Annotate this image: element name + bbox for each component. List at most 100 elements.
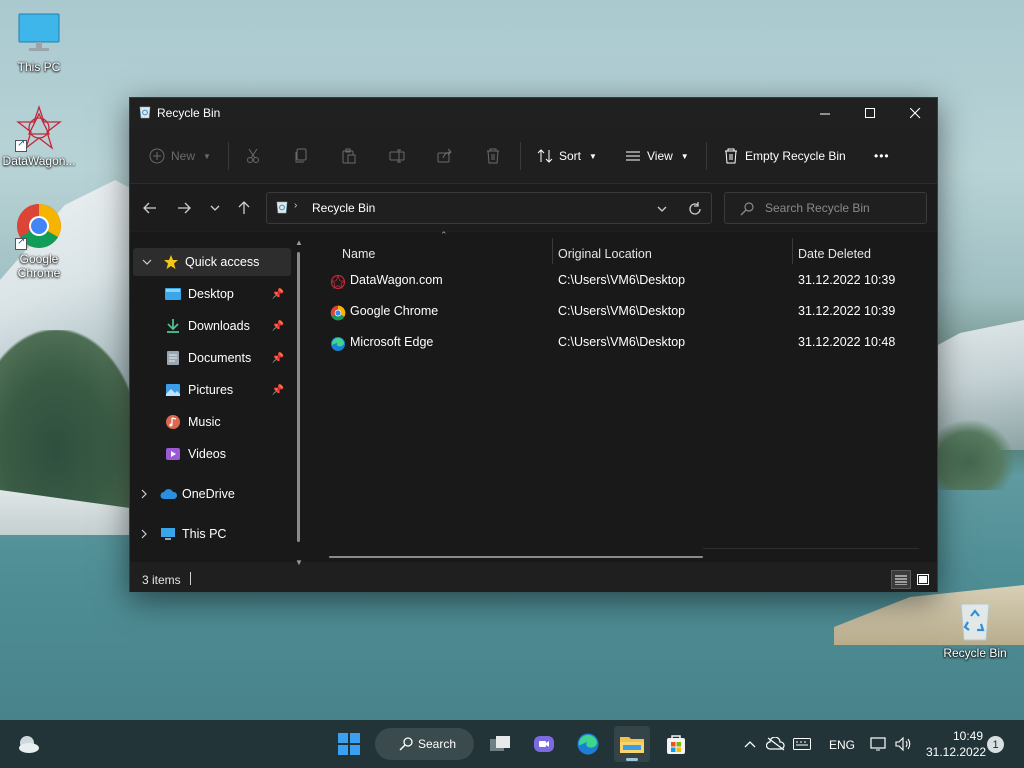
desktop-icon-recycle-bin[interactable]: Recycle Bin	[935, 596, 1015, 660]
share-icon	[437, 148, 452, 163]
sidebar-item-music[interactable]: Music	[130, 408, 294, 436]
view-button[interactable]: View ▼	[625, 144, 689, 168]
pin-icon[interactable]: 📌	[272, 385, 284, 396]
taskbar: Search ENG 10:49 31.12.2022 1	[0, 720, 1024, 768]
desktop-folder-icon	[165, 288, 181, 300]
column-divider[interactable]	[792, 238, 793, 264]
chevron-down-icon[interactable]	[656, 203, 668, 215]
refresh-icon[interactable]	[688, 202, 702, 216]
toolbar-divider	[706, 142, 707, 170]
sidebar-item-pictures[interactable]: Pictures 📌	[130, 376, 294, 404]
network-status-button[interactable]	[865, 726, 893, 762]
speaker-icon	[895, 736, 911, 752]
desktop-icon-label-line1: Google	[19, 252, 59, 266]
table-row[interactable]: Google Chrome C:\Users\VM6\Desktop 31.12…	[326, 298, 926, 326]
sort-button[interactable]: Sort ▼	[537, 144, 597, 168]
folder-icon	[620, 737, 644, 753]
content-area: Quick access Desktop 📌 Downloads 📌 Docum…	[130, 230, 937, 567]
column-header-name[interactable]: Name	[342, 242, 375, 266]
pin-icon[interactable]: 📌	[272, 353, 284, 364]
volume-button[interactable]	[890, 726, 918, 762]
star-icon	[164, 255, 178, 269]
sidebar-item-onedrive[interactable]: OneDrive	[130, 480, 294, 508]
cut-button[interactable]	[245, 144, 261, 168]
search-box[interactable]: Search Recycle Bin	[724, 192, 927, 224]
more-options-button[interactable]: •••	[874, 144, 890, 168]
trash-icon	[487, 148, 499, 164]
copy-button[interactable]	[293, 144, 309, 168]
sidebar-item-documents[interactable]: Documents 📌	[130, 344, 294, 372]
file-explorer-taskbar-button[interactable]	[614, 726, 650, 762]
rename-button[interactable]	[389, 144, 405, 168]
item-count: 3 items	[142, 573, 181, 587]
weather-widget-button[interactable]	[10, 726, 46, 762]
tiles-view-button[interactable]	[913, 570, 933, 589]
address-bar[interactable]: › Recycle Bin	[266, 192, 712, 224]
details-view-button[interactable]	[891, 570, 911, 589]
new-button[interactable]: New ▼	[149, 144, 211, 168]
breadcrumb-recycle-bin[interactable]: Recycle Bin	[312, 201, 375, 215]
close-icon	[909, 107, 920, 118]
sidebar-item-this-pc[interactable]: This PC	[130, 520, 294, 548]
input-language-indicator[interactable]: ENG	[829, 738, 855, 752]
cloud-offline-icon	[766, 737, 785, 751]
title-bar[interactable]: Recycle Bin	[130, 98, 937, 128]
sidebar-item-label: Music	[188, 415, 221, 429]
desktop-icon-google-chrome[interactable]: Google Chrome	[0, 202, 79, 280]
pin-icon[interactable]: 📌	[272, 289, 284, 300]
desktop-icon-datawagon[interactable]: DataWagon...	[0, 104, 79, 168]
chevron-down-icon[interactable]	[142, 257, 152, 267]
forward-button[interactable]	[174, 198, 194, 218]
close-button[interactable]	[892, 98, 938, 128]
sidebar-item-label: Pictures	[188, 383, 234, 397]
sidebar-item-videos[interactable]: Videos	[130, 440, 294, 468]
scroll-down-arrow-icon[interactable]: ▼	[295, 558, 303, 567]
chevron-right-icon[interactable]	[139, 489, 149, 499]
task-view-button[interactable]	[482, 726, 518, 762]
horizontal-scrollbar[interactable]	[329, 556, 703, 558]
start-button[interactable]	[331, 726, 367, 762]
chevron-down-icon: ▼	[589, 151, 597, 161]
scrollbar-thumb[interactable]	[297, 252, 300, 542]
paste-button[interactable]	[341, 144, 357, 168]
share-button[interactable]	[437, 144, 453, 168]
recycle-bin-icon	[276, 201, 288, 214]
column-header-date-deleted[interactable]: Date Deleted	[798, 242, 871, 266]
empty-recycle-bin-button[interactable]: Empty Recycle Bin	[723, 144, 846, 168]
sidebar-item-desktop[interactable]: Desktop 📌	[130, 280, 294, 308]
up-button[interactable]	[234, 198, 254, 218]
column-divider[interactable]	[552, 238, 553, 264]
desktop-icon-label: This PC	[17, 60, 61, 74]
show-hidden-icons-button[interactable]	[736, 726, 764, 762]
teams-chat-button[interactable]	[526, 726, 562, 762]
recycle-bin-icon	[139, 106, 151, 119]
sidebar-item-quick-access[interactable]: Quick access	[133, 248, 291, 276]
cloud-icon	[160, 489, 178, 499]
onedrive-status-button[interactable]	[762, 726, 790, 762]
notification-badge[interactable]: 1	[987, 736, 1004, 753]
touch-keyboard-button[interactable]	[788, 726, 816, 762]
store-taskbar-button[interactable]	[658, 726, 694, 762]
minimize-button[interactable]	[802, 98, 848, 128]
desktop-icon-this-pc[interactable]: This PC	[0, 10, 79, 74]
delete-button[interactable]	[485, 144, 501, 168]
maximize-button[interactable]	[847, 98, 893, 128]
table-row[interactable]: Microsoft Edge C:\Users\VM6\Desktop 31.1…	[326, 329, 926, 357]
column-header-original-location[interactable]: Original Location	[558, 242, 652, 266]
recent-locations-button[interactable]	[205, 198, 225, 218]
edge-taskbar-button[interactable]	[570, 726, 606, 762]
search-icon	[740, 202, 754, 216]
back-button[interactable]	[140, 198, 160, 218]
sidebar-item-downloads[interactable]: Downloads 📌	[130, 312, 294, 340]
scroll-up-arrow-icon[interactable]: ▲	[295, 238, 303, 247]
table-row[interactable]: DataWagon.com C:\Users\VM6\Desktop 31.12…	[326, 267, 926, 295]
chevron-right-icon[interactable]	[139, 529, 149, 539]
rename-icon	[389, 149, 405, 163]
pin-icon[interactable]: 📌	[272, 321, 284, 332]
sidebar-scrollbar[interactable]: ▲ ▼	[295, 238, 303, 567]
taskbar-search-button[interactable]: Search	[375, 728, 474, 760]
clock-time[interactable]: 10:49	[953, 729, 983, 743]
sidebar-item-label: This PC	[182, 527, 227, 541]
clock-date[interactable]: 31.12.2022	[926, 745, 986, 759]
file-date-deleted: 31.12.2022 10:39	[798, 273, 896, 287]
